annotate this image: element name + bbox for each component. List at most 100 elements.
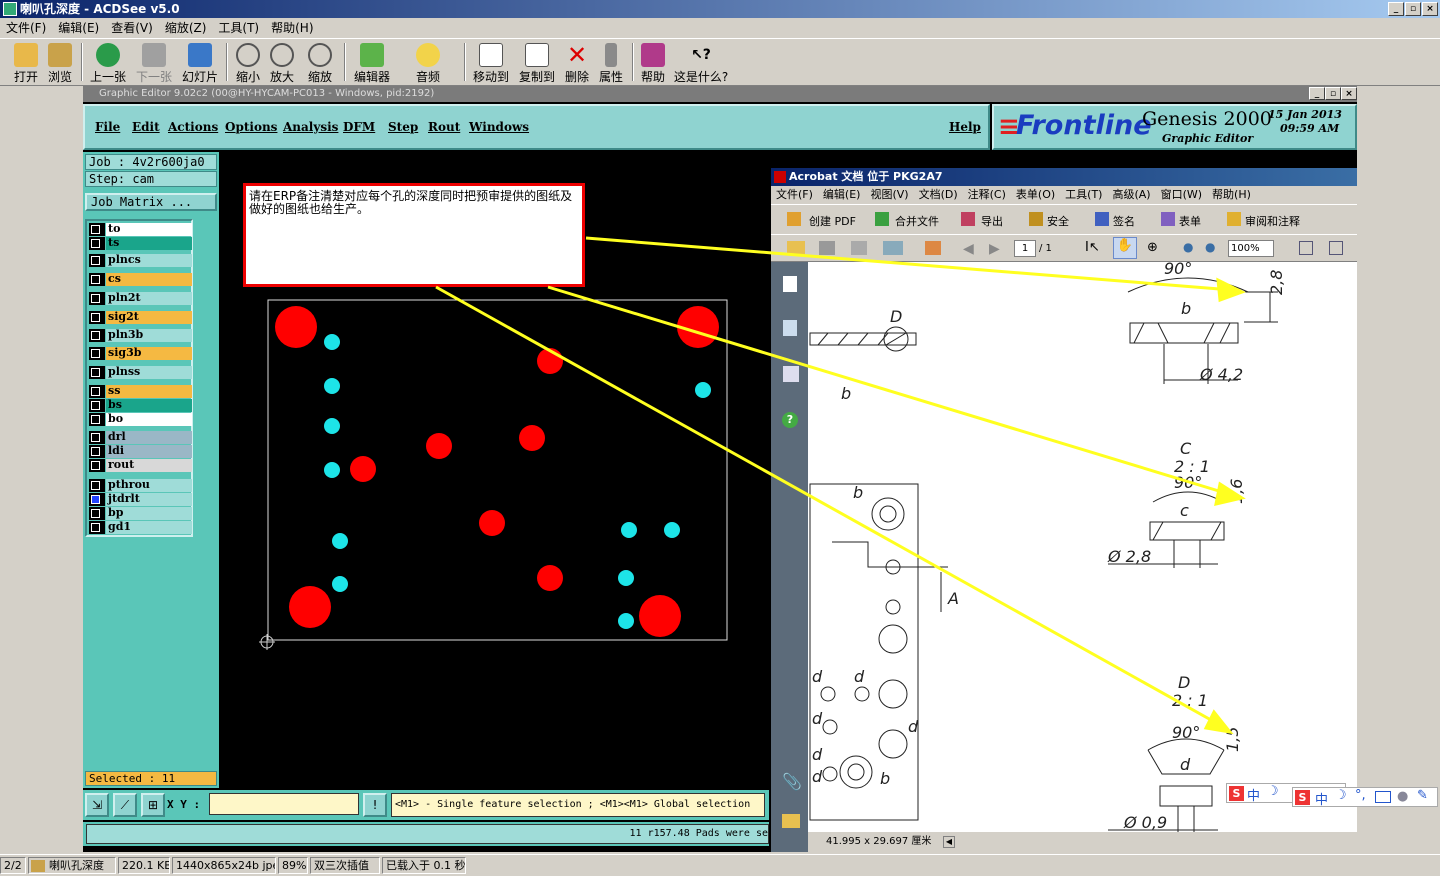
fit-page-icon[interactable] xyxy=(1299,241,1313,255)
genesis-menu-step[interactable]: Step xyxy=(388,120,418,134)
cyan-pad[interactable] xyxy=(324,418,340,434)
zoom-out-icon[interactable]: ● xyxy=(1183,240,1193,254)
layer-checkbox[interactable] xyxy=(91,239,100,248)
zoom-button[interactable]: 缩放 xyxy=(302,43,338,85)
measure-tool-button[interactable]: ⟋ xyxy=(113,793,137,817)
layer-checkbox[interactable] xyxy=(91,387,100,396)
hand-tool-icon[interactable]: ✋ xyxy=(1113,237,1137,259)
layer-row-plncs[interactable]: plncs xyxy=(89,254,192,267)
layer-row-ts[interactable]: ts xyxy=(89,237,192,250)
layer-row-cs[interactable]: cs xyxy=(89,273,192,286)
red-pad[interactable] xyxy=(350,456,376,482)
menu-edit[interactable]: 编辑(E) xyxy=(52,18,105,38)
zoom-in-button[interactable]: 放大 xyxy=(266,43,298,85)
attachment-icon[interactable]: 📎 xyxy=(782,772,802,791)
menu-file[interactable]: 文件(F) xyxy=(0,18,52,38)
layer-checkbox[interactable] xyxy=(91,415,100,424)
layer-checkbox[interactable] xyxy=(91,368,100,377)
combine-files-button[interactable]: 合并文件 xyxy=(895,213,939,229)
layer-checkbox[interactable] xyxy=(91,349,100,358)
layer-checkbox[interactable] xyxy=(91,275,100,284)
next-page-icon[interactable]: ▶ xyxy=(989,241,1000,257)
full-screen-icon[interactable] xyxy=(1329,241,1343,255)
layer-row-bp[interactable]: bp xyxy=(89,507,192,520)
genesis-menu-dfm[interactable]: DFM xyxy=(343,120,375,134)
comments-icon[interactable] xyxy=(782,814,800,828)
red-pad[interactable] xyxy=(537,565,563,591)
pages-icon[interactable] xyxy=(783,276,797,292)
cyan-pad[interactable] xyxy=(621,522,637,538)
forms-button[interactable]: 表单 xyxy=(1179,213,1201,229)
acro-menu-tools[interactable]: 工具(T) xyxy=(1060,186,1107,204)
layer-row-drl[interactable]: drl xyxy=(89,431,192,444)
keyboard-icon[interactable] xyxy=(1375,791,1391,803)
browse-button[interactable]: 浏览 xyxy=(44,43,76,85)
sign-button[interactable]: 签名 xyxy=(1113,213,1135,229)
cyan-pad[interactable] xyxy=(695,382,711,398)
genesis-restore-button[interactable]: ▫ xyxy=(1325,87,1341,100)
minimize-button[interactable]: _ xyxy=(1388,2,1404,16)
layer-row-ss[interactable]: ss xyxy=(89,385,192,398)
layer-row-to[interactable]: to xyxy=(89,223,192,236)
genesis-menu-rout[interactable]: Rout xyxy=(428,120,460,134)
ime-toolbar-2[interactable]: S 中 ☽ °, ● ✎ xyxy=(1292,787,1438,808)
genesis-menu-file[interactable]: File xyxy=(95,120,120,134)
layer-checkbox[interactable] xyxy=(91,401,100,410)
user-icon[interactable]: ● xyxy=(1397,789,1408,804)
next-button[interactable]: 下一张 xyxy=(134,43,174,85)
slideshow-button[interactable]: 幻灯片 xyxy=(180,43,220,85)
export-button[interactable]: 导出 xyxy=(981,213,1003,229)
open-button[interactable]: 打开 xyxy=(10,43,42,85)
xy-input[interactable] xyxy=(209,793,359,815)
cyan-pad[interactable] xyxy=(332,576,348,592)
menu-zoom[interactable]: 缩放(Z) xyxy=(159,18,213,38)
layer-checkbox[interactable] xyxy=(91,225,100,234)
layer-row-rout[interactable]: rout xyxy=(89,459,192,472)
layer-row-bo[interactable]: bo xyxy=(89,413,192,426)
layer-row-pln3b[interactable]: pln3b xyxy=(89,329,192,342)
scroll-left-icon[interactable]: ◀ xyxy=(943,836,955,848)
acro-menu-view[interactable]: 视图(V) xyxy=(865,186,913,204)
cyan-pad[interactable] xyxy=(618,570,634,586)
cyan-pad[interactable] xyxy=(324,462,340,478)
help-button[interactable]: 帮助 xyxy=(638,43,668,85)
previous-button[interactable]: 上一张 xyxy=(88,43,128,85)
wrench-icon[interactable]: ✎ xyxy=(1417,788,1428,803)
security-button[interactable]: 安全 xyxy=(1047,213,1069,229)
genesis-menu-actions[interactable]: Actions xyxy=(168,120,218,134)
red-pad[interactable] xyxy=(289,586,331,628)
cyan-pad[interactable] xyxy=(618,613,634,629)
red-pad[interactable] xyxy=(677,306,719,348)
previous-page-icon[interactable]: ◀ xyxy=(963,241,974,257)
alert-button[interactable]: ! xyxy=(363,793,387,817)
red-pad[interactable] xyxy=(479,510,505,536)
print-icon[interactable] xyxy=(819,241,835,255)
layer-row-jtdrlt[interactable]: jtdrlt xyxy=(89,493,192,506)
layer-checkbox[interactable] xyxy=(91,331,100,340)
acro-menu-window[interactable]: 窗口(W) xyxy=(1156,186,1207,204)
red-pad[interactable] xyxy=(519,425,545,451)
pan-tool-button[interactable]: ⇲ xyxy=(85,793,109,817)
punctuation-icon[interactable]: °, xyxy=(1355,788,1366,803)
genesis-close-button[interactable]: × xyxy=(1341,87,1357,100)
genesis-menu-options[interactable]: Options xyxy=(225,120,277,134)
acro-menu-file[interactable]: 文件(F) xyxy=(771,186,818,204)
genesis-menu-windows[interactable]: Windows xyxy=(469,120,529,134)
zoom-field[interactable]: 100% xyxy=(1228,240,1274,257)
layer-row-plnss[interactable]: plnss xyxy=(89,366,192,379)
copy-to-button[interactable]: 复制到 xyxy=(516,43,558,85)
zoom-tool-icon[interactable]: ⊕ xyxy=(1147,240,1158,255)
review-comment-button[interactable]: 审阅和注释 xyxy=(1245,213,1300,229)
genesis-menu-edit[interactable]: Edit xyxy=(132,120,160,134)
red-pad[interactable] xyxy=(275,306,317,348)
bookmarks-icon[interactable] xyxy=(783,320,797,336)
editor-button[interactable]: 编辑器 xyxy=(350,43,394,85)
ime-language[interactable]: 中 xyxy=(1247,785,1260,804)
layer-row-bs[interactable]: bs xyxy=(89,399,192,412)
layer-checkbox[interactable] xyxy=(91,495,100,504)
red-pad[interactable] xyxy=(639,595,681,637)
acro-menu-advanced[interactable]: 高级(A) xyxy=(1107,186,1155,204)
select-tool-icon[interactable]: I↖ xyxy=(1085,240,1100,255)
cyan-pad[interactable] xyxy=(324,378,340,394)
signatures-icon[interactable] xyxy=(783,366,799,382)
